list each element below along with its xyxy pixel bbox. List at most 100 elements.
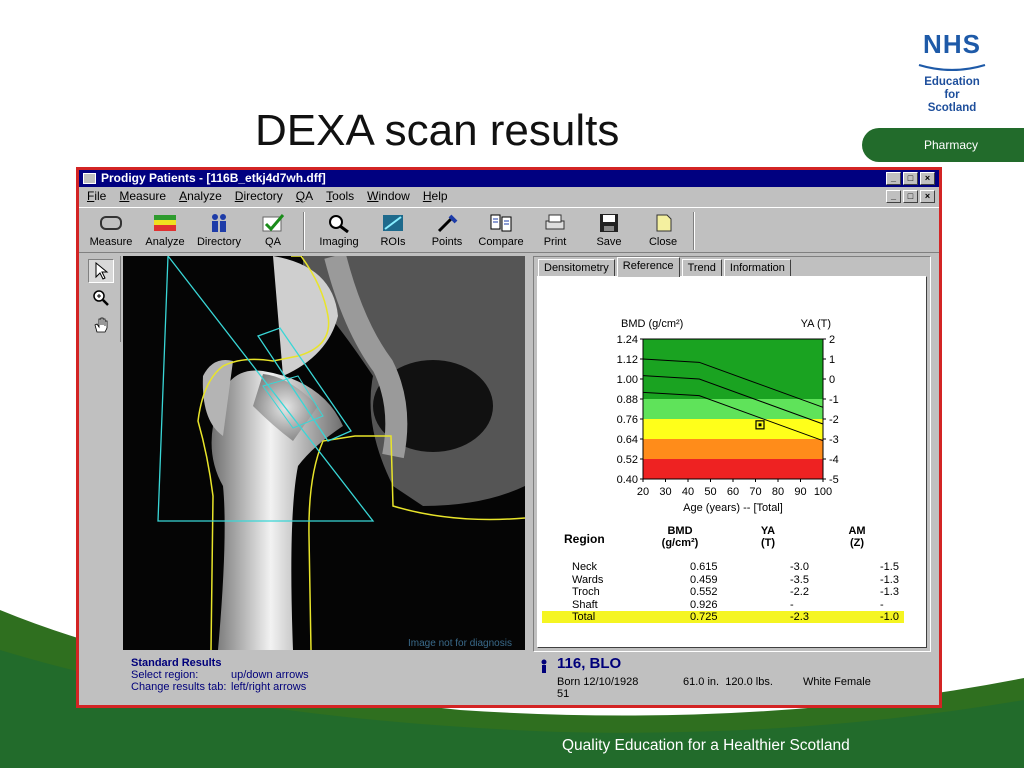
compare-button[interactable]: Compare (473, 210, 529, 252)
pointer-tool[interactable] (87, 259, 114, 283)
menu-tools[interactable]: Tools (326, 187, 354, 206)
measure-button[interactable]: Measure (83, 210, 139, 252)
toolbar: Measure Analyze Directory QA Imaging ROI… (79, 207, 939, 253)
results-tabs: Densitometry Reference Trend Information (538, 257, 793, 277)
col-header-ya-unit: (T) (760, 537, 776, 549)
menu-qa[interactable]: QA (296, 187, 313, 206)
save-icon (596, 212, 622, 234)
save-button[interactable]: Save (581, 210, 637, 252)
x-tick-label: 70 (749, 486, 761, 498)
status-area: Standard Results Select region: up/down … (123, 654, 931, 702)
y-tick-label: 0.88 (617, 394, 638, 406)
col-header-am-unit: (Z) (849, 537, 865, 549)
pan-tool[interactable] (88, 313, 114, 337)
y-tick-label: 1.00 (617, 374, 638, 386)
close-button[interactable]: × (920, 172, 935, 185)
patient-marker-dot (758, 423, 762, 427)
child-close-button[interactable]: × (920, 190, 935, 203)
image-tool-palette (81, 256, 121, 342)
col-header-am-label: AM (848, 525, 866, 537)
cell-bmd: 0.552 (690, 586, 718, 598)
rois-button[interactable]: ROIs (365, 210, 421, 252)
table-row[interactable]: Troch 0.552 -2.2 -1.3 (542, 586, 904, 598)
y2-tick-label: -4 (829, 454, 839, 466)
tab-trend[interactable]: Trend (681, 259, 722, 277)
y2-tick-label: -1 (829, 394, 839, 406)
table-row[interactable]: Wards 0.459 -3.5 -1.3 (542, 574, 904, 586)
menu-directory[interactable]: Directory (235, 187, 283, 206)
table-row[interactable]: Neck 0.615 -3.0 -1.5 (542, 561, 904, 573)
y-tick-label: 0.76 (617, 414, 638, 426)
cell-bmd: 0.615 (690, 561, 718, 573)
col-header-bmd-unit: (g/cm²) (661, 537, 699, 549)
x-tick-label: 30 (659, 486, 671, 498)
footer-text: Quality Education for a Healthier Scotla… (562, 737, 850, 754)
qa-button[interactable]: QA (245, 210, 301, 252)
hip-scan-drawing: Image not for diagnosis (123, 256, 525, 650)
compare-icon (488, 212, 514, 234)
y2-tick-label: 0 (829, 374, 835, 386)
points-label: Points (431, 236, 463, 248)
rois-label: ROIs (380, 236, 406, 248)
reference-band (643, 439, 823, 459)
status-help-value: left/right arrows (231, 681, 307, 693)
analyze-button[interactable]: Analyze (137, 210, 193, 252)
nhs-logo-line: Scotland (927, 102, 977, 114)
menu-analyze[interactable]: Analyze (179, 187, 222, 206)
zoom-icon (92, 290, 109, 306)
child-restore-button[interactable]: □ (903, 190, 918, 203)
window-title-bar[interactable]: Prodigy Patients - [116B_etkj4d7wh.dff] … (79, 170, 939, 187)
y-tick-label: 0.40 (617, 474, 638, 486)
tab-reference[interactable]: Reference (616, 257, 680, 277)
compare-label: Compare (478, 236, 524, 248)
child-minimize-button[interactable]: _ (886, 190, 901, 203)
col-header-ya: YA (T) (756, 525, 780, 549)
y2-tick-label: 1 (829, 354, 835, 366)
measure-icon (98, 212, 124, 234)
rois-icon (380, 212, 406, 234)
reference-band (643, 399, 823, 419)
menu-help[interactable]: Help (423, 187, 448, 206)
cell-region: Wards (572, 573, 604, 586)
standard-results-title: Standard Results (131, 657, 222, 669)
table-row[interactable]: Total 0.725 -2.3 -1.0 (542, 611, 904, 623)
x-tick-label: 90 (794, 486, 806, 498)
zoom-tool[interactable] (88, 286, 114, 310)
status-help-label: Select region: (131, 669, 199, 681)
nhs-logo-line: Education (924, 76, 980, 88)
col-header-ya-label: YA (760, 525, 776, 537)
menu-bar: File Measure Analyze Directory QA Tools … (79, 187, 939, 206)
menu-file[interactable]: File (87, 187, 106, 206)
menu-window[interactable]: Window (367, 187, 410, 206)
hip-scan-image[interactable]: Image not for diagnosis (123, 256, 525, 650)
tab-densitometry[interactable]: Densitometry (538, 259, 615, 277)
imaging-button[interactable]: Imaging (311, 210, 367, 252)
minimize-button[interactable]: _ (886, 172, 901, 185)
menu-measure[interactable]: Measure (119, 187, 166, 206)
patient-age: 51 (557, 688, 570, 700)
patient-id: 116, BLO (557, 655, 622, 672)
points-button[interactable]: Points (419, 210, 475, 252)
cell-bmd: 0.725 (690, 611, 718, 623)
imaging-label: Imaging (319, 236, 359, 248)
pointer-arrow-icon (95, 262, 108, 280)
patient-sex: White Female (803, 676, 871, 688)
print-button[interactable]: Print (527, 210, 583, 252)
slide: NHS Education for Scotland Pharmacy DEXA… (0, 0, 1024, 768)
nhs-education-scotland-logo: NHS Education for Scotland (912, 30, 992, 115)
close-file-button[interactable]: Close (635, 210, 691, 252)
y-tick-label: 1.24 (617, 334, 638, 346)
qa-check-icon (260, 212, 286, 234)
table-row[interactable]: Shaft 0.926 - - (542, 599, 904, 611)
status-help-label: Change results tab: (131, 681, 227, 693)
cell-region: Troch (572, 586, 600, 598)
print-icon (542, 212, 568, 234)
tab-information[interactable]: Information (723, 259, 791, 277)
maximize-button[interactable]: □ (903, 172, 918, 185)
cell-ya: -2.3 (790, 611, 809, 623)
save-label: Save (596, 236, 622, 248)
directory-button[interactable]: Directory (191, 210, 247, 252)
col-header-bmd-label: BMD (667, 525, 693, 537)
reference-band (643, 339, 823, 399)
reference-band (643, 419, 823, 439)
